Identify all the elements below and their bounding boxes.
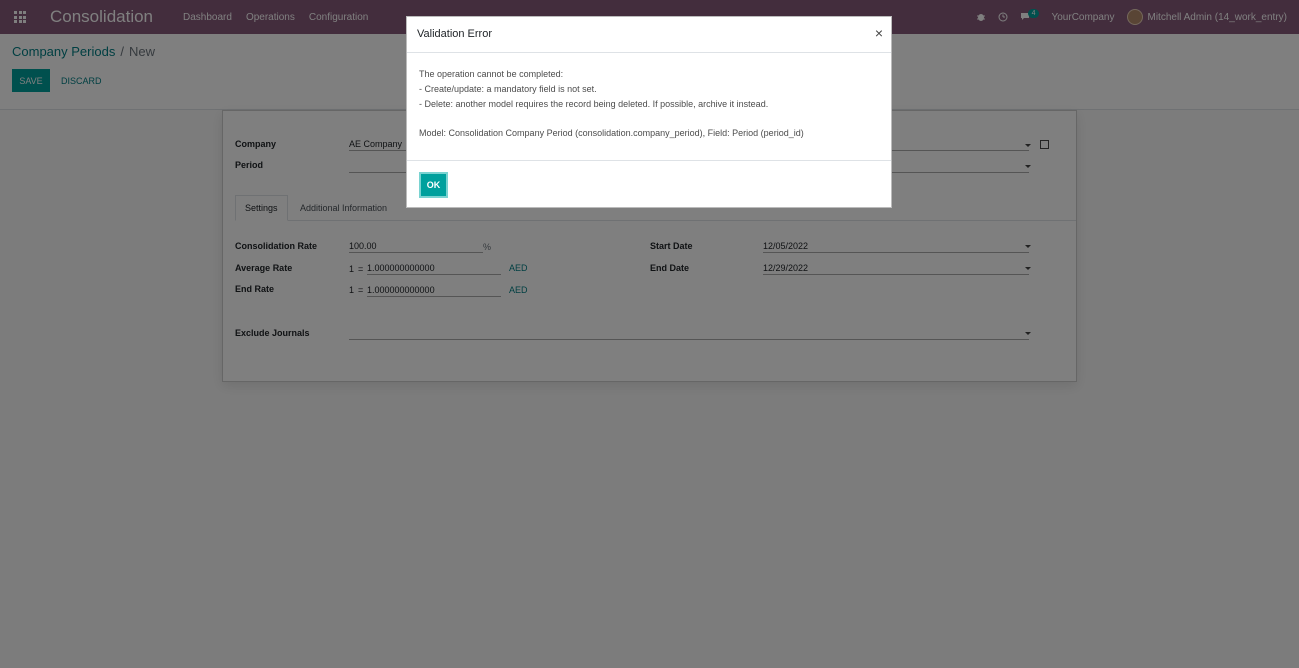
dialog-footer: OK bbox=[407, 160, 891, 209]
validation-error-dialog: Validation Error × The operation cannot … bbox=[406, 16, 892, 208]
ok-button[interactable]: OK bbox=[419, 172, 448, 198]
error-message-line: - Create/update: a mandatory field is no… bbox=[419, 84, 597, 94]
close-icon[interactable]: × bbox=[875, 25, 883, 41]
dialog-header: Validation Error × bbox=[407, 17, 891, 53]
error-message-line: - Delete: another model requires the rec… bbox=[419, 99, 769, 109]
dialog-body: The operation cannot be completed: - Cre… bbox=[419, 67, 879, 141]
error-message-line: The operation cannot be completed: bbox=[419, 69, 564, 79]
error-model-field-line: Model: Consolidation Company Period (con… bbox=[419, 128, 804, 138]
dialog-title: Validation Error bbox=[417, 28, 492, 40]
